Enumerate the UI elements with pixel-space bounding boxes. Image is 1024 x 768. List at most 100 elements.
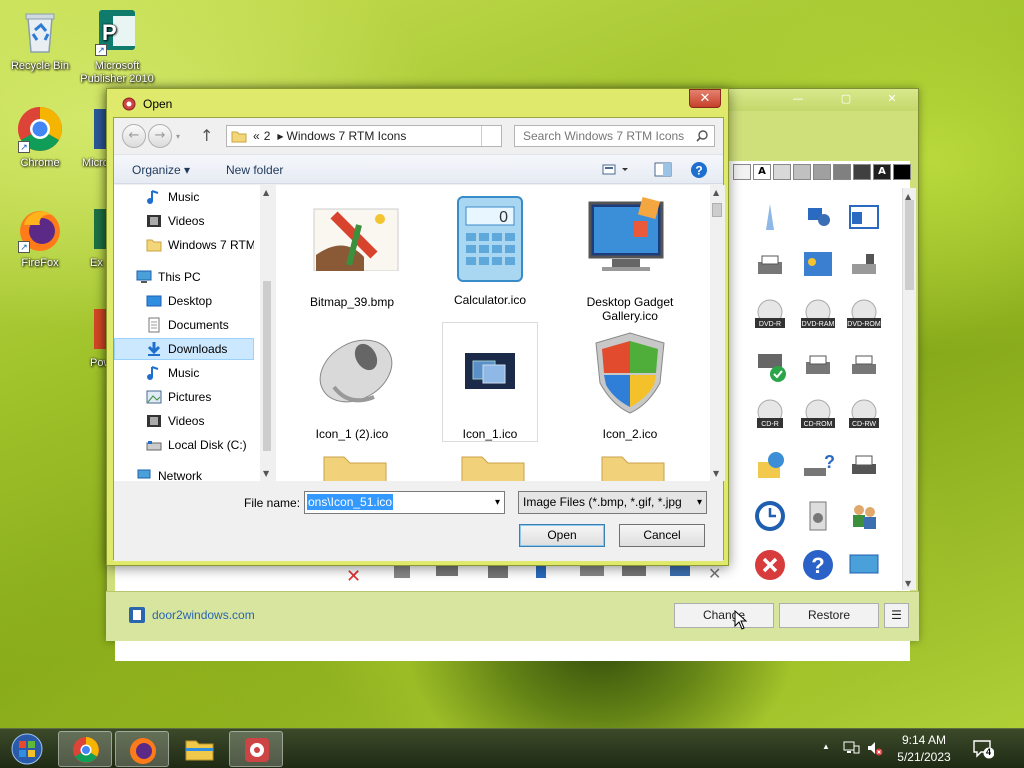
scroll-thumb[interactable]: [712, 203, 722, 217]
chevron-down-icon[interactable]: ▾: [495, 492, 500, 513]
open-button[interactable]: Open: [519, 524, 605, 547]
start-button[interactable]: [2, 731, 52, 767]
cancel-button[interactable]: Cancel: [619, 524, 705, 547]
window-icon[interactable]: [846, 200, 882, 236]
tree-item-network[interactable]: Network: [114, 465, 254, 481]
menu-button[interactable]: ☰: [884, 603, 909, 628]
restore-button[interactable]: Restore: [779, 603, 879, 628]
background-app-scrollbar[interactable]: ▲ ▼: [902, 188, 916, 590]
file-item-calculator[interactable]: 0 Calculator.ico: [430, 193, 550, 307]
tree-item-local-disk[interactable]: Local Disk (C:): [114, 434, 254, 456]
volume-muted-icon[interactable]: [866, 740, 884, 759]
chevron-down-icon[interactable]: ▾: [696, 492, 702, 513]
chrome-taskbar-button[interactable]: [58, 731, 112, 767]
tree-item-videos[interactable]: Videos: [114, 410, 254, 432]
palette-swatch[interactable]: [733, 164, 751, 180]
desktop-icon-publisher[interactable]: P ↗ Microsoft Publisher 2010: [77, 8, 157, 86]
tree-item-desktop[interactable]: Desktop: [114, 290, 254, 312]
change-button[interactable]: Change: [674, 603, 774, 628]
file-item-icon1-2[interactable]: Icon_1 (2).ico: [292, 327, 412, 441]
pen-icon[interactable]: [752, 200, 788, 236]
tree-item-pictures[interactable]: Pictures: [114, 386, 254, 408]
drive-icon[interactable]: [846, 248, 882, 284]
error-icon[interactable]: [752, 547, 788, 583]
dvd-r-icon[interactable]: DVD-R: [752, 298, 788, 334]
device-icon[interactable]: [800, 498, 836, 534]
file-list-scrollbar[interactable]: ▲ ▼: [710, 185, 725, 481]
scroll-down-icon[interactable]: ▼: [713, 469, 719, 478]
partial-icon[interactable]: [622, 566, 646, 576]
app-taskbar-button[interactable]: [229, 731, 283, 767]
palette-swatch[interactable]: [813, 164, 831, 180]
partial-icon[interactable]: [580, 566, 604, 576]
help-network-icon[interactable]: ?: [800, 448, 836, 484]
tree-item-videos[interactable]: Videos: [114, 210, 254, 232]
address-bar[interactable]: « 2 ▶ Windows 7 RTM Icons: [226, 125, 502, 147]
close-icon[interactable]: ✕: [881, 91, 903, 107]
file-item-bitmap[interactable]: Bitmap_39.bmp: [292, 195, 412, 309]
palette-swatch[interactable]: [793, 164, 811, 180]
scroll-thumb[interactable]: [263, 281, 271, 451]
show-hidden-icons[interactable]: ▲: [822, 742, 830, 751]
door2windows-link[interactable]: door2windows.com: [128, 606, 255, 624]
network-check-icon[interactable]: [752, 348, 788, 384]
partial-icon[interactable]: [488, 566, 508, 578]
preview-pane-icon[interactable]: [654, 162, 672, 181]
file-item-icon1[interactable]: Icon_1.ico: [442, 322, 538, 442]
printer-icon[interactable]: [752, 248, 788, 284]
back-button[interactable]: ←: [122, 124, 146, 148]
desktop-icon-microsoft[interactable]: Micro: [66, 105, 110, 170]
cd-r-icon[interactable]: CD-R: [752, 398, 788, 434]
globe-folder-icon[interactable]: [752, 448, 788, 484]
partial-icon[interactable]: [670, 566, 690, 576]
help-icon[interactable]: ?: [690, 161, 708, 182]
recent-locations-icon[interactable]: ▾: [176, 132, 180, 141]
palette-swatch-text[interactable]: A: [873, 164, 891, 180]
file-type-select[interactable]: Image Files (*.bmp, *.gif, *.jpg ▾: [518, 491, 707, 514]
palette-swatch[interactable]: [833, 164, 851, 180]
file-explorer-taskbar-button[interactable]: [172, 731, 226, 767]
dvd-ram-icon[interactable]: DVD-RAM: [800, 298, 836, 334]
desktop-icon-excel[interactable]: Ex: [66, 205, 110, 270]
cd-rom-icon[interactable]: CD-ROM: [800, 398, 836, 434]
scroll-thumb[interactable]: [905, 200, 914, 290]
breadcrumb-item[interactable]: Windows 7 RTM Icons: [287, 129, 407, 143]
firefox-taskbar-button[interactable]: [115, 731, 169, 767]
network-tray-icon[interactable]: [842, 740, 860, 759]
system-clock[interactable]: 9:14 AM 5/21/2023: [888, 732, 960, 766]
dvd-rom-icon[interactable]: DVD-ROM: [846, 298, 882, 334]
file-item-folder[interactable]: [430, 451, 550, 481]
printer-network-icon[interactable]: [846, 348, 882, 384]
partial-icon[interactable]: [394, 566, 410, 578]
scroll-down-icon[interactable]: ▼: [905, 579, 911, 588]
forward-button[interactable]: →: [148, 124, 172, 148]
search-input[interactable]: Search Windows 7 RTM Icons: [514, 125, 715, 147]
up-arrow-icon[interactable]: ↑: [200, 126, 213, 145]
address-dropdown[interactable]: [481, 126, 501, 146]
action-center-button[interactable]: 4: [972, 739, 995, 762]
palette-swatch[interactable]: [853, 164, 871, 180]
breadcrumb-item[interactable]: 2: [264, 129, 271, 143]
users-icon[interactable]: [846, 498, 882, 534]
desktop-icon-powerpoint[interactable]: Pow: [66, 305, 110, 370]
palette-swatch-text[interactable]: A: [753, 164, 771, 180]
file-item-icon2[interactable]: Icon_2.ico: [570, 327, 690, 441]
display-icon[interactable]: [846, 547, 882, 583]
network-pc-icon[interactable]: [800, 200, 836, 236]
tree-item-music[interactable]: Music: [114, 362, 254, 384]
organize-button[interactable]: Organize ▾: [132, 163, 190, 177]
file-item-gadget-gallery[interactable]: Desktop Gadget Gallery.ico: [570, 195, 690, 323]
scroll-up-icon[interactable]: ▲: [263, 188, 269, 197]
tree-item-windows7-icons[interactable]: Windows 7 RTM Icons: [114, 234, 254, 256]
file-item-folder[interactable]: [292, 451, 412, 481]
dialog-close-button[interactable]: ✕: [689, 89, 721, 108]
tree-item-documents[interactable]: Documents: [114, 314, 254, 336]
tools-icon[interactable]: ✕: [708, 564, 721, 583]
tree-item-this-pc[interactable]: This PC: [114, 266, 254, 288]
palette-swatch[interactable]: [773, 164, 791, 180]
close-x-icon[interactable]: ✕: [346, 566, 361, 587]
partial-icon[interactable]: [436, 566, 458, 576]
scroll-down-icon[interactable]: ▼: [263, 469, 269, 478]
minimize-icon[interactable]: —: [787, 91, 809, 107]
new-folder-button[interactable]: New folder: [226, 163, 283, 177]
